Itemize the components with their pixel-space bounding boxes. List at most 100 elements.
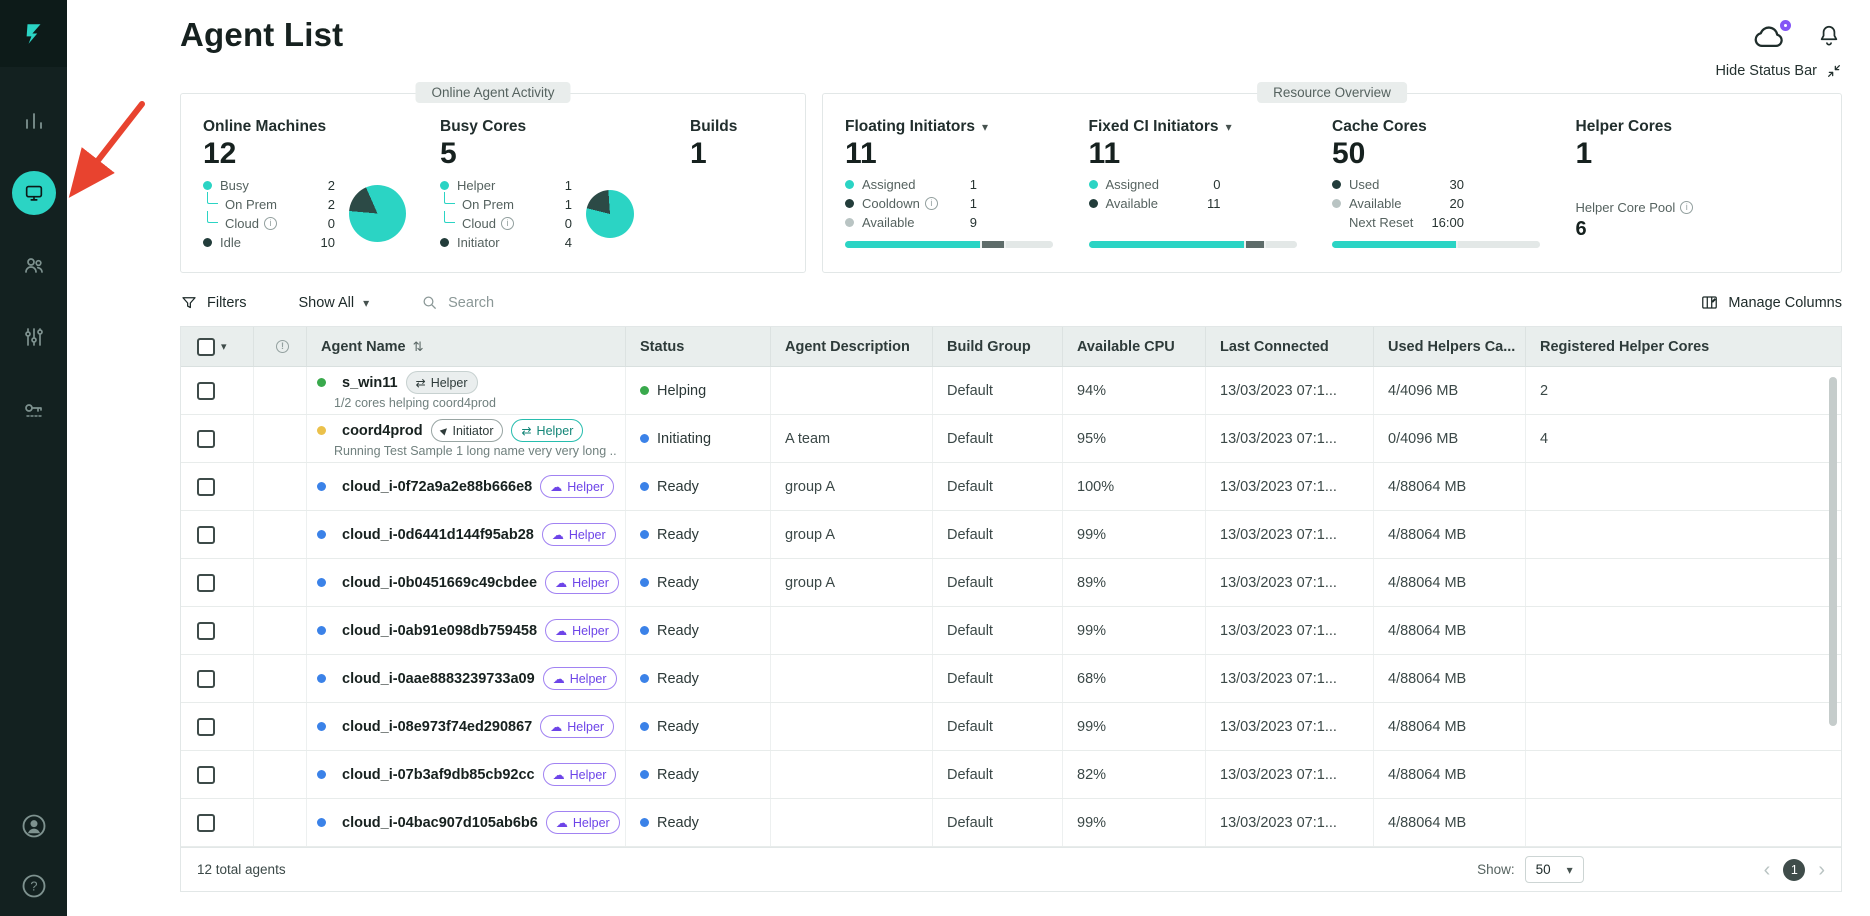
table-row[interactable]: cloud_i-0d6441d144f95ab28☁Helper Ready g… (181, 511, 1841, 559)
floating-initiators-dropdown[interactable]: Floating Initiators ▾ (845, 118, 1089, 136)
sidebar-item-users[interactable] (12, 243, 56, 287)
sidebar: ? (0, 0, 67, 916)
last-connected-cell: 13/03/2023 07:1... (1206, 511, 1374, 558)
column-header-last-connected[interactable]: Last Connected (1206, 327, 1374, 366)
manage-columns-button[interactable]: Manage Columns (1700, 293, 1842, 312)
table-row[interactable]: cloud_i-0b0451669c49cbdee☁Helper Ready g… (181, 559, 1841, 607)
column-header-agent-description[interactable]: Agent Description (771, 327, 933, 366)
row-checkbox[interactable] (197, 766, 215, 784)
cloud-status-button[interactable] (1752, 23, 1786, 54)
next-page-button[interactable]: › (1818, 860, 1825, 880)
filters-button[interactable]: Filters (180, 294, 246, 312)
cloud-icon: ☁ (553, 769, 565, 781)
used-helpers-cell: 4/88064 MB (1374, 703, 1526, 750)
page-size-select[interactable]: 50 ▾ (1525, 856, 1584, 883)
table-row[interactable]: cloud_i-0aae8883239733a09☁Helper Ready D… (181, 655, 1841, 703)
search-input[interactable]: Search (421, 294, 494, 312)
registered-helper-cores-cell (1526, 511, 1841, 558)
row-checkbox[interactable] (197, 574, 215, 592)
select-all-checkbox[interactable] (197, 338, 215, 356)
chevron-down-icon[interactable]: ▾ (221, 340, 227, 353)
info-icon: i (1680, 201, 1693, 214)
fixed-ci-initiators-dropdown[interactable]: Fixed CI Initiators ▾ (1089, 118, 1333, 136)
column-header-registered-helper-cores[interactable]: Registered Helper Cores (1526, 327, 1841, 366)
agent-state-dot (317, 426, 326, 435)
column-header-build-group[interactable]: Build Group (933, 327, 1063, 366)
hide-status-bar-button[interactable]: Hide Status Bar (180, 63, 1842, 79)
profile-button[interactable] (12, 804, 56, 848)
agent-name[interactable]: cloud_i-0d6441d144f95ab28 (342, 527, 534, 543)
prev-page-button[interactable]: ‹ (1764, 860, 1771, 880)
column-header-used-helpers[interactable]: Used Helpers Ca... (1374, 327, 1526, 366)
registered-helper-cores-cell (1526, 607, 1841, 654)
table-row[interactable]: cloud_i-0ab91e098db759458☁Helper Ready D… (181, 607, 1841, 655)
column-header-status[interactable]: Status (626, 327, 771, 366)
column-header-agent-name[interactable]: Agent Name ⇅ (307, 327, 626, 366)
row-checkbox[interactable] (197, 670, 215, 688)
sidebar-item-analytics[interactable] (12, 99, 56, 143)
checkbox-cell (181, 703, 254, 750)
agent-name[interactable]: cloud_i-0f72a9a2e88b666e8 (342, 479, 532, 495)
agent-name[interactable]: cloud_i-0ab91e098db759458 (342, 623, 537, 639)
metric-label: Builds (690, 118, 783, 136)
registered-helper-cores-cell (1526, 655, 1841, 702)
agent-name-cell: cloud_i-08e973f74ed290867☁Helper (307, 703, 626, 750)
sliders-icon (22, 325, 46, 349)
agent-name[interactable]: cloud_i-07b3af9db85cb92cc (342, 767, 535, 783)
column-header-available-cpu[interactable]: Available CPU (1063, 327, 1206, 366)
table-row[interactable]: cloud_i-07b3af9db85cb92cc☁Helper Ready D… (181, 751, 1841, 799)
legend-dot (845, 199, 854, 208)
sort-icon[interactable]: ⇅ (413, 339, 424, 355)
agent-state-dot (317, 818, 326, 827)
agent-subtext: 1/2 cores helping coord4prod (317, 396, 496, 410)
agent-name-cell: cloud_i-07b3af9db85cb92cc☁Helper (307, 751, 626, 798)
row-checkbox[interactable] (197, 430, 215, 448)
row-checkbox[interactable] (197, 718, 215, 736)
agent-name[interactable]: cloud_i-08e973f74ed290867 (342, 719, 532, 735)
row-checkbox[interactable] (197, 526, 215, 544)
table-row[interactable]: coord4prod▶Initiator⇄Helper Running Test… (181, 415, 1841, 463)
resource-overview-card: Resource Overview Floating Initiators ▾ … (822, 93, 1842, 273)
available-cpu-cell: 94% (1063, 367, 1206, 414)
table-row[interactable]: s_win11⇄Helper 1/2 cores helping coord4p… (181, 367, 1841, 415)
tree-connector (207, 192, 218, 204)
table-scrollbar[interactable] (1829, 371, 1839, 843)
cloud-notification-badge (1778, 18, 1793, 33)
busy-cores-pie-chart (586, 190, 634, 238)
sidebar-item-licenses[interactable] (12, 387, 56, 431)
bell-icon (1816, 22, 1842, 50)
analytics-icon (22, 109, 46, 133)
current-page-badge[interactable]: 1 (1783, 859, 1805, 881)
agent-name[interactable]: cloud_i-0aae8883239733a09 (342, 671, 535, 687)
checkbox-cell (181, 607, 254, 654)
show-all-dropdown[interactable]: Show All ▾ (298, 295, 369, 311)
agent-name[interactable]: coord4prod (342, 423, 423, 439)
status-dot (640, 626, 649, 635)
sidebar-item-settings[interactable] (12, 315, 56, 359)
swap-icon: ⇄ (521, 425, 531, 437)
table-row[interactable]: cloud_i-0f72a9a2e88b666e8☁Helper Ready g… (181, 463, 1841, 511)
sidebar-item-agents[interactable] (12, 171, 56, 215)
initiator-badge: ▶Initiator (431, 419, 504, 442)
used-helpers-cell: 4/4096 MB (1374, 367, 1526, 414)
app-logo[interactable] (0, 0, 67, 67)
checkbox-cell (181, 655, 254, 702)
last-connected-cell: 13/03/2023 07:1... (1206, 703, 1374, 750)
help-button[interactable]: ? (12, 864, 56, 908)
row-checkbox[interactable] (197, 622, 215, 640)
checkbox-cell (181, 559, 254, 606)
agent-name[interactable]: cloud_i-04bac907d105ab6b6 (342, 815, 538, 831)
agent-state-dot (317, 674, 326, 683)
scrollbar-thumb[interactable] (1829, 377, 1837, 726)
table-row[interactable]: cloud_i-08e973f74ed290867☁Helper Ready D… (181, 703, 1841, 751)
table-header: ▾ ! Agent Name ⇅ Status Agent Descriptio… (181, 327, 1841, 367)
status-text: Ready (657, 479, 699, 495)
agent-name[interactable]: s_win11 (342, 375, 398, 391)
row-checkbox[interactable] (197, 382, 215, 400)
agent-name[interactable]: cloud_i-0b0451669c49cbdee (342, 575, 537, 591)
row-checkbox[interactable] (197, 478, 215, 496)
table-row[interactable]: cloud_i-04bac907d105ab6b6☁Helper Ready D… (181, 799, 1841, 847)
row-checkbox[interactable] (197, 814, 215, 832)
notifications-button[interactable] (1816, 22, 1842, 55)
key-icon (22, 397, 46, 421)
